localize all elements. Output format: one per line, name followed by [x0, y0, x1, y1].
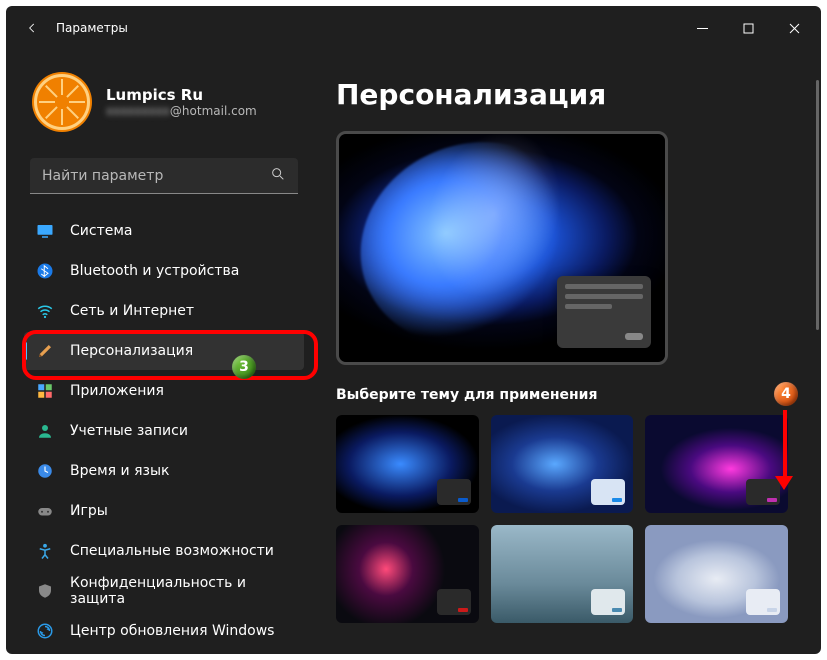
- theme-option[interactable]: [491, 525, 634, 623]
- nav-item-accounts[interactable]: Учетные записи: [24, 412, 304, 450]
- nav-item-accessibility[interactable]: Специальные возможности: [24, 532, 304, 570]
- page-title: Персонализация: [336, 78, 795, 111]
- back-button[interactable]: [20, 16, 44, 40]
- clock-globe-icon: [36, 462, 54, 480]
- profile-name: Lumpics Ru: [106, 86, 257, 104]
- accessibility-icon: [36, 542, 54, 560]
- apps-icon: [36, 382, 54, 400]
- nav-item-system[interactable]: Система: [24, 212, 304, 250]
- theme-section-label: Выберите тему для применения: [336, 387, 795, 403]
- search-input[interactable]: Найти параметр: [30, 158, 298, 194]
- theme-option[interactable]: [491, 415, 634, 513]
- settings-window: Параметры: [6, 6, 821, 654]
- minimize-button[interactable]: [679, 6, 725, 50]
- annotation-arrow-down: [782, 410, 788, 490]
- avatar: [32, 72, 92, 132]
- preview-window-card: [557, 276, 651, 348]
- person-icon: [36, 422, 54, 440]
- annotation-badge-3: 3: [232, 355, 256, 379]
- theme-option[interactable]: [645, 525, 788, 623]
- shield-icon: [36, 582, 54, 600]
- desktop-preview[interactable]: [336, 131, 668, 365]
- theme-option[interactable]: [336, 525, 479, 623]
- nav-item-personalization[interactable]: Персонализация: [24, 332, 304, 370]
- window-title: Параметры: [56, 21, 128, 35]
- wifi-icon: [36, 302, 54, 320]
- nav-item-privacy[interactable]: Конфиденциальность и защита: [24, 572, 304, 610]
- nav-item-network[interactable]: Сеть и Интернет: [24, 292, 304, 330]
- sidebar: Lumpics Ru xxxxxxxxx@hotmail.com Найти п…: [6, 50, 314, 654]
- nav-list: Система Bluetooth и устройства Сеть и Ин…: [24, 212, 304, 650]
- nav-item-gaming[interactable]: Игры: [24, 492, 304, 530]
- profile-block[interactable]: Lumpics Ru xxxxxxxxx@hotmail.com: [24, 50, 304, 154]
- bluetooth-icon: [36, 262, 54, 280]
- nav-item-bluetooth[interactable]: Bluetooth и устройства: [24, 252, 304, 290]
- profile-email: xxxxxxxxx@hotmail.com: [106, 104, 257, 118]
- nav-item-windows-update[interactable]: Центр обновления Windows: [24, 612, 304, 650]
- close-button[interactable]: [771, 6, 817, 50]
- scrollbar[interactable]: [816, 80, 819, 330]
- monitor-icon: [36, 222, 54, 240]
- maximize-button[interactable]: [725, 6, 771, 50]
- titlebar: Параметры: [6, 6, 821, 50]
- nav-item-time-language[interactable]: Время и язык: [24, 452, 304, 490]
- gamepad-icon: [36, 502, 54, 520]
- theme-option[interactable]: [336, 415, 479, 513]
- annotation-badge-4: 4: [774, 382, 798, 406]
- theme-option[interactable]: [645, 415, 788, 513]
- nav-item-apps[interactable]: Приложения: [24, 372, 304, 410]
- search-placeholder: Найти параметр: [42, 168, 163, 184]
- search-icon: [270, 166, 286, 186]
- theme-grid: [336, 415, 788, 623]
- update-icon: [36, 622, 54, 640]
- paintbrush-icon: [36, 342, 54, 360]
- main-content: Персонализация Выберите тему для примене…: [314, 50, 821, 654]
